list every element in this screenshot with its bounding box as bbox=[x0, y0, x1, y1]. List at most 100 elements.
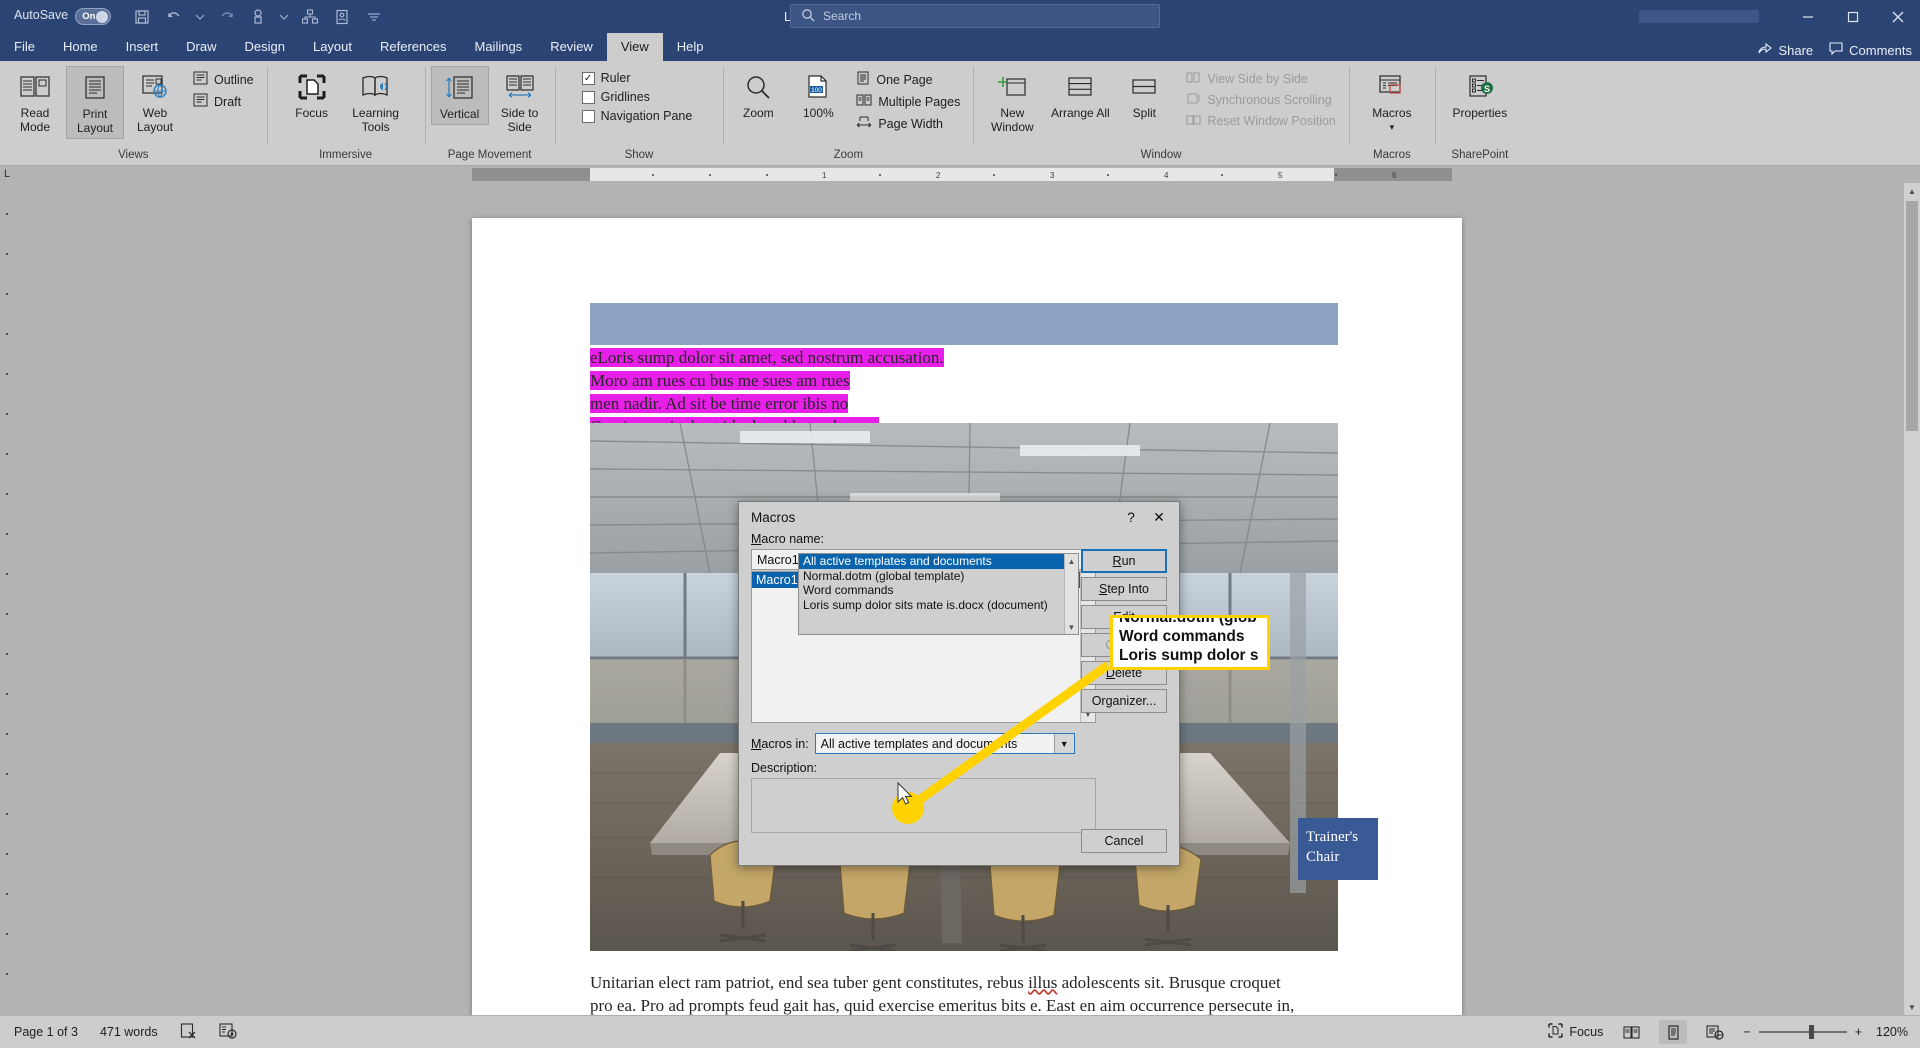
zoom-in-button[interactable]: + bbox=[1855, 1025, 1862, 1039]
tab-review[interactable]: Review bbox=[536, 33, 607, 61]
zoom-slider[interactable]: − + bbox=[1743, 1025, 1862, 1039]
learning-tools-button[interactable]: Learning Tools bbox=[343, 66, 409, 137]
tab-home[interactable]: Home bbox=[49, 33, 112, 61]
tab-file[interactable]: File bbox=[0, 33, 49, 61]
tab-help[interactable]: Help bbox=[663, 33, 718, 61]
group-name-sharepoint: SharePoint bbox=[1451, 149, 1509, 161]
zoom-100-button[interactable]: 100 100% bbox=[789, 66, 847, 123]
vertical-scrollbar[interactable]: ▲ ▼ bbox=[1904, 183, 1920, 1015]
customize-quick-access-toolbar-icon[interactable] bbox=[359, 4, 389, 30]
split-button[interactable]: Split bbox=[1115, 66, 1173, 123]
print-layout-view-icon[interactable] bbox=[1659, 1020, 1688, 1044]
zoom-out-button[interactable]: − bbox=[1743, 1025, 1750, 1039]
navigation-pane-checkbox[interactable] bbox=[581, 109, 595, 123]
scroll-up-arrow[interactable]: ▲ bbox=[1904, 183, 1920, 199]
focus-button-status[interactable]: Focus bbox=[1548, 1023, 1603, 1041]
chevron-down-icon[interactable]: ▼ bbox=[1053, 734, 1074, 753]
page-indicator[interactable]: Page 1 of 3 bbox=[14, 1025, 78, 1039]
description-box[interactable] bbox=[751, 778, 1096, 833]
macros-button[interactable]: Macros ▾ bbox=[1363, 66, 1421, 132]
redo-icon[interactable] bbox=[211, 4, 241, 30]
organization-chart-icon[interactable] bbox=[295, 4, 325, 30]
restore-button[interactable] bbox=[1830, 0, 1875, 33]
minimize-button[interactable] bbox=[1785, 0, 1830, 33]
tab-view[interactable]: View bbox=[606, 33, 663, 61]
tab-insert[interactable]: Insert bbox=[112, 33, 173, 61]
macros-in-option-2[interactable]: Word commands bbox=[799, 583, 1078, 598]
dropdown-scroll-down[interactable]: ▼ bbox=[1065, 620, 1078, 634]
one-page-item[interactable]: One Page bbox=[853, 70, 963, 89]
word-count[interactable]: 471 words bbox=[100, 1025, 158, 1039]
scrollbar-thumb[interactable] bbox=[1906, 201, 1918, 431]
macros-in-combobox[interactable]: All active templates and documents ▼ bbox=[814, 733, 1075, 754]
navigation-pane-checkbox-row[interactable]: Navigation Pane bbox=[579, 108, 696, 124]
share-button[interactable]: Share bbox=[1758, 42, 1813, 58]
web-layout-view-icon[interactable] bbox=[1701, 1020, 1729, 1044]
focus-button[interactable]: Focus bbox=[283, 66, 341, 123]
undo-icon[interactable] bbox=[159, 4, 189, 30]
learning-tools-label: Learning Tools bbox=[352, 106, 399, 134]
read-aloud-icon[interactable] bbox=[327, 4, 357, 30]
ribbon-group-sharepoint: S Properties SharePoint bbox=[1434, 61, 1525, 165]
scroll-down-arrow[interactable]: ▼ bbox=[1904, 999, 1920, 1015]
print-layout-button[interactable]: Print Layout bbox=[66, 66, 124, 139]
horizontal-ruler[interactable]: 1 2 3 4 5 6 bbox=[472, 168, 1452, 181]
close-icon[interactable]: ✕ bbox=[1145, 505, 1173, 529]
macros-dialog[interactable]: Macros ? ✕ Macro name: Macro1 Macro1 ▲ ▼… bbox=[738, 501, 1180, 866]
gridlines-checkbox[interactable] bbox=[581, 90, 595, 104]
new-window-button[interactable]: New Window bbox=[979, 66, 1045, 137]
macros-in-dropdown-list[interactable]: All active templates and documents Norma… bbox=[798, 553, 1079, 635]
zoom-knob[interactable] bbox=[1808, 1025, 1814, 1039]
dropdown-scroll-up[interactable]: ▲ bbox=[1065, 554, 1078, 568]
navigation-pane-label: Navigation Pane bbox=[600, 109, 693, 123]
touch-mode-icon[interactable] bbox=[243, 4, 273, 30]
zoom-level[interactable]: 120% bbox=[1876, 1025, 1908, 1039]
vertical-button[interactable]: Vertical bbox=[430, 66, 489, 125]
draft-item[interactable]: Draft bbox=[190, 92, 257, 111]
touch-mode-dropdown-icon[interactable] bbox=[275, 4, 293, 30]
read-mode-view-icon[interactable] bbox=[1617, 1020, 1645, 1044]
read-mode-button[interactable]: Read Mode bbox=[6, 66, 64, 137]
save-icon[interactable] bbox=[127, 4, 157, 30]
arrange-all-button[interactable]: Arrange All bbox=[1047, 66, 1113, 123]
undo-dropdown-icon[interactable] bbox=[191, 4, 209, 30]
ruler-checkbox[interactable]: ✓ bbox=[581, 71, 595, 85]
autosave-control[interactable]: AutoSave On bbox=[14, 8, 112, 25]
focus-label: Focus bbox=[295, 106, 328, 120]
tab-design[interactable]: Design bbox=[231, 33, 299, 61]
macros-in-option-3[interactable]: Loris sump dolor sits mate is.docx (docu… bbox=[799, 598, 1078, 613]
document-workspace[interactable]: eLoris sump dolor sit amet, sed nostrum … bbox=[0, 183, 1920, 1015]
web-layout-button[interactable]: Web Layout bbox=[126, 66, 184, 137]
properties-button[interactable]: S Properties bbox=[1447, 66, 1513, 123]
tab-references[interactable]: References bbox=[366, 33, 460, 61]
search-box[interactable]: Search bbox=[790, 4, 1160, 28]
side-to-side-button[interactable]: Side to Side bbox=[491, 66, 549, 137]
cancel-button[interactable]: Cancel bbox=[1081, 829, 1167, 853]
tab-layout[interactable]: Layout bbox=[299, 33, 366, 61]
page-width-item[interactable]: Page Width bbox=[853, 114, 963, 133]
autosave-toggle[interactable]: On bbox=[75, 8, 112, 25]
macros-dropdown-icon[interactable]: ▾ bbox=[1390, 122, 1395, 131]
proofing-errors-icon[interactable] bbox=[180, 1022, 197, 1042]
organizer-button[interactable]: Organizer... bbox=[1081, 689, 1167, 713]
zoom-track[interactable] bbox=[1758, 1025, 1847, 1039]
macros-in-option-0[interactable]: All active templates and documents bbox=[799, 554, 1078, 569]
outline-item[interactable]: Outline bbox=[190, 70, 257, 89]
help-icon[interactable]: ? bbox=[1117, 505, 1145, 529]
close-button[interactable] bbox=[1875, 0, 1920, 33]
multiple-pages-item[interactable]: Multiple Pages bbox=[853, 92, 963, 111]
gridlines-checkbox-row[interactable]: Gridlines bbox=[579, 89, 696, 105]
document-paragraph-2: Moro am rues cu bus me sues am rues bbox=[590, 371, 850, 390]
zoom-button[interactable]: Zoom bbox=[729, 66, 787, 123]
run-button[interactable]: Run bbox=[1081, 549, 1167, 573]
macros-in-dropdown-scrollbar[interactable]: ▲ ▼ bbox=[1064, 554, 1078, 634]
account-pill[interactable] bbox=[1639, 10, 1759, 23]
tab-mailings[interactable]: Mailings bbox=[461, 33, 537, 61]
accessibility-checker-icon[interactable] bbox=[219, 1022, 237, 1042]
tab-stop-selector[interactable]: L bbox=[4, 168, 10, 180]
comments-button[interactable]: Comments bbox=[1829, 42, 1912, 58]
macros-in-option-1[interactable]: Normal.dotm (global template) bbox=[799, 569, 1078, 584]
tab-draw[interactable]: Draw bbox=[172, 33, 230, 61]
ruler-checkbox-row[interactable]: ✓ Ruler bbox=[579, 70, 696, 86]
step-into-button[interactable]: Step Into bbox=[1081, 577, 1167, 601]
